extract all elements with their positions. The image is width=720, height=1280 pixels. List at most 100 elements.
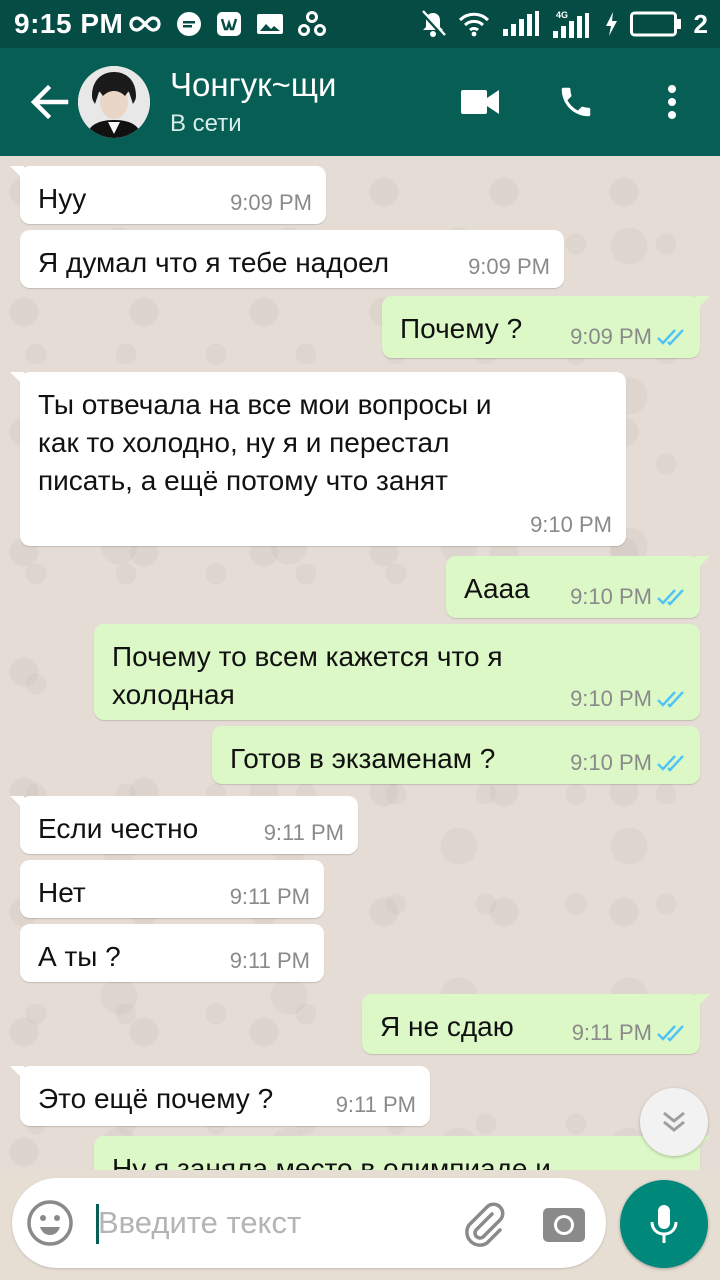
incoming-message[interactable]: Я думал что я тебе надоел 9:09 PM — [20, 230, 564, 288]
avatar-image — [78, 66, 150, 138]
incoming-message[interactable]: Если честно 9:11 PM — [10, 796, 358, 854]
video-call-icon — [461, 90, 499, 114]
outgoing-message[interactable]: Я не сдаю 9:11 PM — [362, 994, 710, 1054]
outgoing-message[interactable]: Почему то всем кажется что я холодная 9:1… — [94, 624, 700, 720]
message-text: Готов в экзаменам ? — [230, 743, 496, 774]
message-meta: 9:09 PM — [468, 254, 550, 280]
more-options-icon — [668, 85, 676, 119]
mic-icon — [650, 1205, 678, 1243]
notification-icons — [128, 10, 326, 38]
read-receipt-icon — [657, 755, 684, 772]
message-text: Я не сдаю — [380, 1011, 514, 1042]
message-time: 9:09 PM — [570, 324, 652, 349]
message-meta: 9:09 PM — [230, 190, 312, 216]
gallery-icon — [257, 14, 283, 34]
attach-button[interactable] — [460, 1200, 508, 1248]
read-receipt-icon — [657, 1025, 684, 1042]
scroll-down-button[interactable] — [640, 1088, 708, 1156]
message-text: А ты ? — [38, 941, 121, 972]
voice-call-button[interactable] — [552, 78, 600, 126]
contact-name[interactable]: Чонгук~щи — [170, 66, 336, 104]
charging-icon — [605, 12, 617, 36]
read-receipt-icon — [657, 589, 684, 606]
message-text: Нуу — [38, 183, 87, 214]
share-icon — [298, 11, 326, 36]
camera-button[interactable] — [540, 1200, 588, 1248]
battery-icon — [629, 11, 681, 37]
wifi-icon — [458, 12, 489, 37]
incoming-message[interactable]: Нуу 9:09 PM — [10, 166, 326, 224]
video-call-button[interactable] — [456, 78, 504, 126]
more-options-button[interactable] — [648, 78, 696, 126]
incoming-message[interactable]: Ты отвечала на все мои вопросы и как то … — [10, 372, 626, 546]
chat-header: Чонгук~щи В сети — [0, 48, 720, 156]
read-receipt-icon — [657, 329, 684, 346]
scroll-down-icon — [663, 1111, 685, 1132]
attach-icon — [465, 1202, 505, 1247]
voice-record-button[interactable] — [620, 1180, 708, 1268]
message-time: 9:11 PM — [571, 1020, 652, 1045]
back-button[interactable] — [28, 80, 72, 124]
message-text: Почему ? — [400, 313, 523, 344]
message-meta: 9:10 PM — [570, 584, 686, 610]
message-meta: 9:11 PM — [572, 1020, 686, 1046]
message-time: 9:10 PM — [570, 750, 652, 775]
message-input[interactable] — [98, 1200, 438, 1246]
avatar[interactable] — [78, 66, 150, 138]
message-meta: 9:11 PM — [264, 820, 344, 846]
voice-call-icon — [561, 87, 591, 117]
message-meta: 9:10 PM — [570, 686, 686, 712]
signal-icon — [502, 11, 539, 36]
incoming-message[interactable]: А ты ? 9:11 PM — [20, 924, 324, 982]
message-time: 9:11 PM — [229, 884, 310, 909]
incoming-message[interactable]: Нет 9:11 PM — [20, 860, 324, 918]
network-type-label: 4G — [556, 10, 568, 20]
emoji-button[interactable] — [26, 1199, 74, 1247]
outgoing-message[interactable]: Аааа 9:10 PM — [446, 556, 710, 618]
message-text: Почему то всем кажется что я холодная — [112, 641, 503, 710]
message-text: Если честно — [38, 813, 199, 844]
message-meta: 9:10 PM — [570, 750, 686, 776]
message-time: 9:09 PM — [468, 254, 550, 279]
chat-area[interactable]: Нуу 9:09 PM Я думал что я тебе надоел 9:09 … — [0, 156, 720, 1170]
message-meta: 9:10 PM — [530, 512, 612, 538]
message-composer — [12, 1178, 606, 1268]
read-receipt-icon — [657, 691, 684, 708]
camera-icon — [543, 1208, 585, 1242]
system-icons: 4G 2 — [420, 8, 708, 40]
message-text: Ну я заняла место в олимпиаде и — [112, 1153, 551, 1170]
message-time: 9:10 PM — [570, 686, 652, 711]
signal-4g-icon: 4G — [552, 10, 589, 38]
chat-bubble-icon — [177, 12, 201, 36]
outgoing-message[interactable]: Готов в экзаменам ? 9:10 PM — [212, 726, 700, 784]
message-time: 9:11 PM — [335, 1092, 416, 1117]
message-text: Я думал что я тебе надоел — [38, 247, 390, 278]
bubble-tail — [10, 372, 24, 386]
message-time: 9:11 PM — [229, 948, 310, 973]
outgoing-message[interactable]: Почему ? 9:09 PM — [382, 296, 710, 358]
status-time: 9:15 PM — [14, 8, 124, 39]
status-bar: 9:15 PM 4G 2 — [0, 0, 720, 48]
message-time: 9:10 PM — [570, 584, 652, 609]
bubble-tail — [10, 166, 24, 180]
bubble-tail — [10, 796, 24, 810]
message-text: Ты отвечала на все мои вопросы и как то … — [38, 389, 492, 496]
outgoing-message[interactable]: Ну я заняла место в олимпиаде и — [94, 1136, 710, 1170]
infinity-icon — [129, 16, 161, 32]
bubble-tail — [696, 994, 710, 1008]
emoji-icon — [27, 1200, 73, 1246]
incoming-message[interactable]: Это ещё почему ? 9:11 PM — [10, 1066, 430, 1126]
message-meta: 9:09 PM — [570, 324, 686, 350]
bubble-tail — [10, 1066, 24, 1080]
battery-level: 2 — [693, 8, 708, 39]
contact-status: В сети — [170, 110, 242, 137]
message-time: 9:11 PM — [263, 820, 344, 845]
message-time: 9:09 PM — [230, 190, 312, 215]
message-meta: 9:11 PM — [230, 884, 310, 910]
message-text: Нет — [38, 877, 86, 908]
message-meta: 9:11 PM — [336, 1092, 416, 1118]
bubble-tail — [696, 556, 710, 570]
message-text: Это ещё почему ? — [38, 1083, 274, 1114]
message-meta: 9:11 PM — [230, 948, 310, 974]
bubble-tail — [696, 296, 710, 310]
